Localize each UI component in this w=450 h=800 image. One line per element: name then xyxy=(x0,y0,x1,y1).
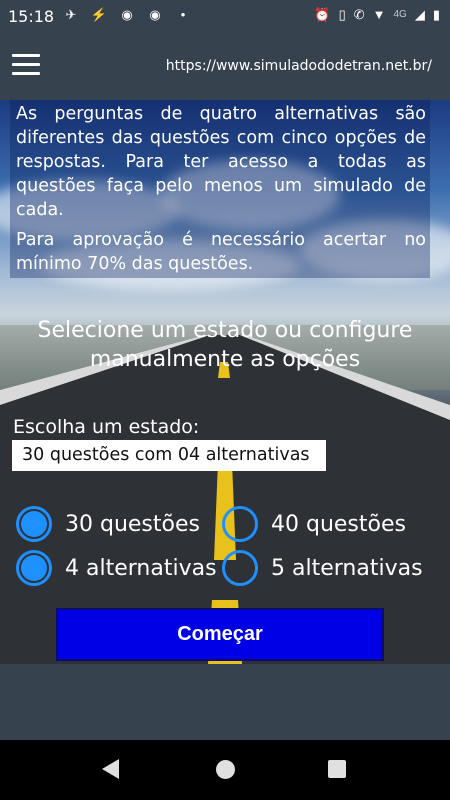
state-label: Escolha um estado: xyxy=(13,416,200,438)
app-bar: https://www.simuladododetran.net.br/ xyxy=(0,34,450,100)
hamburger-menu-icon[interactable] xyxy=(12,54,40,76)
bottom-area xyxy=(0,664,450,740)
recent-apps-icon[interactable] xyxy=(328,760,346,778)
vibrate-icon: ▯ xyxy=(338,7,346,22)
radio-unchecked-icon xyxy=(222,550,258,586)
chrome-icon: ◉ xyxy=(121,7,133,22)
radio-unchecked-icon xyxy=(222,506,258,542)
back-icon[interactable] xyxy=(102,759,119,779)
questions-radio-group: 30 questões 40 questões xyxy=(0,506,450,546)
alarm-icon: ⏰ xyxy=(314,7,331,22)
status-time: 15:18 xyxy=(8,7,55,26)
wifi-icon: ▼ xyxy=(372,7,386,22)
messenger-icon: ⚡ xyxy=(90,7,108,22)
info-paragraph: Para aprovação é necessário acertar no m… xyxy=(16,230,426,274)
radio-checked-icon xyxy=(16,506,52,542)
bird-icon: ✈ xyxy=(65,7,77,22)
system-icons: ⏰ ▯ ✆ ▼ 4G ◢ ▮ xyxy=(314,6,440,24)
radio-4-alternatives[interactable]: 4 alternativas xyxy=(16,550,217,586)
headline-line: Selecione um estado ou configure xyxy=(37,318,413,343)
radio-label: 5 alternativas xyxy=(271,555,423,581)
headline-line: manualmente as opções xyxy=(89,347,361,372)
wifi-call-icon: ✆ xyxy=(353,7,365,22)
radio-label: 4 alternativas xyxy=(65,555,217,581)
notification-icons: ✈ ⚡ ◉ ◉ • xyxy=(62,6,192,24)
start-button[interactable]: Começar xyxy=(56,608,384,661)
home-icon[interactable] xyxy=(216,760,235,779)
radio-5-alternatives[interactable]: 5 alternativas xyxy=(222,550,423,586)
radio-label: 30 questões xyxy=(65,511,200,537)
info-panel: As perguntas de quatro alternativas são … xyxy=(10,100,430,278)
headline: Selecione um estado ou configure manualm… xyxy=(20,316,430,374)
site-url: https://www.simuladododetran.net.br/ xyxy=(165,58,432,74)
dot-icon: • xyxy=(180,7,186,22)
radio-30-questions[interactable]: 30 questões xyxy=(16,506,200,542)
network-type: 4G xyxy=(393,9,407,20)
status-bar: 15:18 ✈ ⚡ ◉ ◉ • ⏰ ▯ ✆ ▼ 4G ◢ ▮ xyxy=(0,0,450,34)
battery-icon: ▮ xyxy=(432,7,440,22)
chrome-icon: ◉ xyxy=(149,7,161,22)
info-paragraph: As perguntas de quatro alternativas são … xyxy=(16,104,426,220)
state-select[interactable]: 30 questões com 04 alternativas xyxy=(12,440,326,471)
radio-label: 40 questões xyxy=(271,511,406,537)
alternatives-radio-group: 4 alternativas 5 alternativas xyxy=(0,550,450,590)
main-content: As perguntas de quatro alternativas são … xyxy=(0,100,450,664)
radio-40-questions[interactable]: 40 questões xyxy=(222,506,406,542)
navigation-bar xyxy=(0,740,450,800)
radio-checked-icon xyxy=(16,550,52,586)
signal-icon: ◢ xyxy=(414,7,425,22)
